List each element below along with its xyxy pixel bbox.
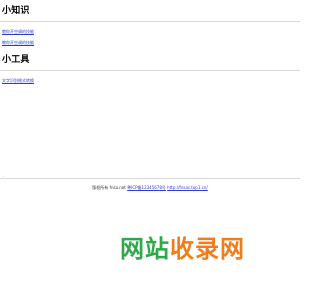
divider (0, 70, 300, 71)
page: 小知识 教你开空调的技能 教你开空调的技能 小工具 文字识别格式转换 . 版权所… (0, 0, 300, 300)
section-title-knowledge: 小知识 (2, 6, 30, 16)
knowledge-link-1[interactable]: 教你开空调的技能 (2, 29, 34, 34)
footer: 版权所有 fnsa.net 粤ICP备12345678号 http://fnsa… (0, 185, 300, 190)
site-url-link[interactable]: http://fnsas.top1.cn/ (167, 185, 208, 190)
icp-link[interactable]: 粤ICP备12345678号 (127, 185, 166, 190)
tools-link-1[interactable]: 文字识别格式转换 (2, 78, 34, 83)
footer-divider (0, 178, 300, 179)
divider (0, 21, 300, 22)
watermark-part-1: 网站 (120, 235, 170, 263)
section-title-tools: 小工具 (2, 55, 30, 65)
knowledge-link-2[interactable]: 教你开空调的技能 (2, 40, 34, 45)
watermark-part-2: 收录网 (170, 235, 245, 263)
watermark-logo: 网站收录网 (120, 234, 270, 264)
copyright-text: 版权所有 fnsa.net (92, 185, 126, 190)
